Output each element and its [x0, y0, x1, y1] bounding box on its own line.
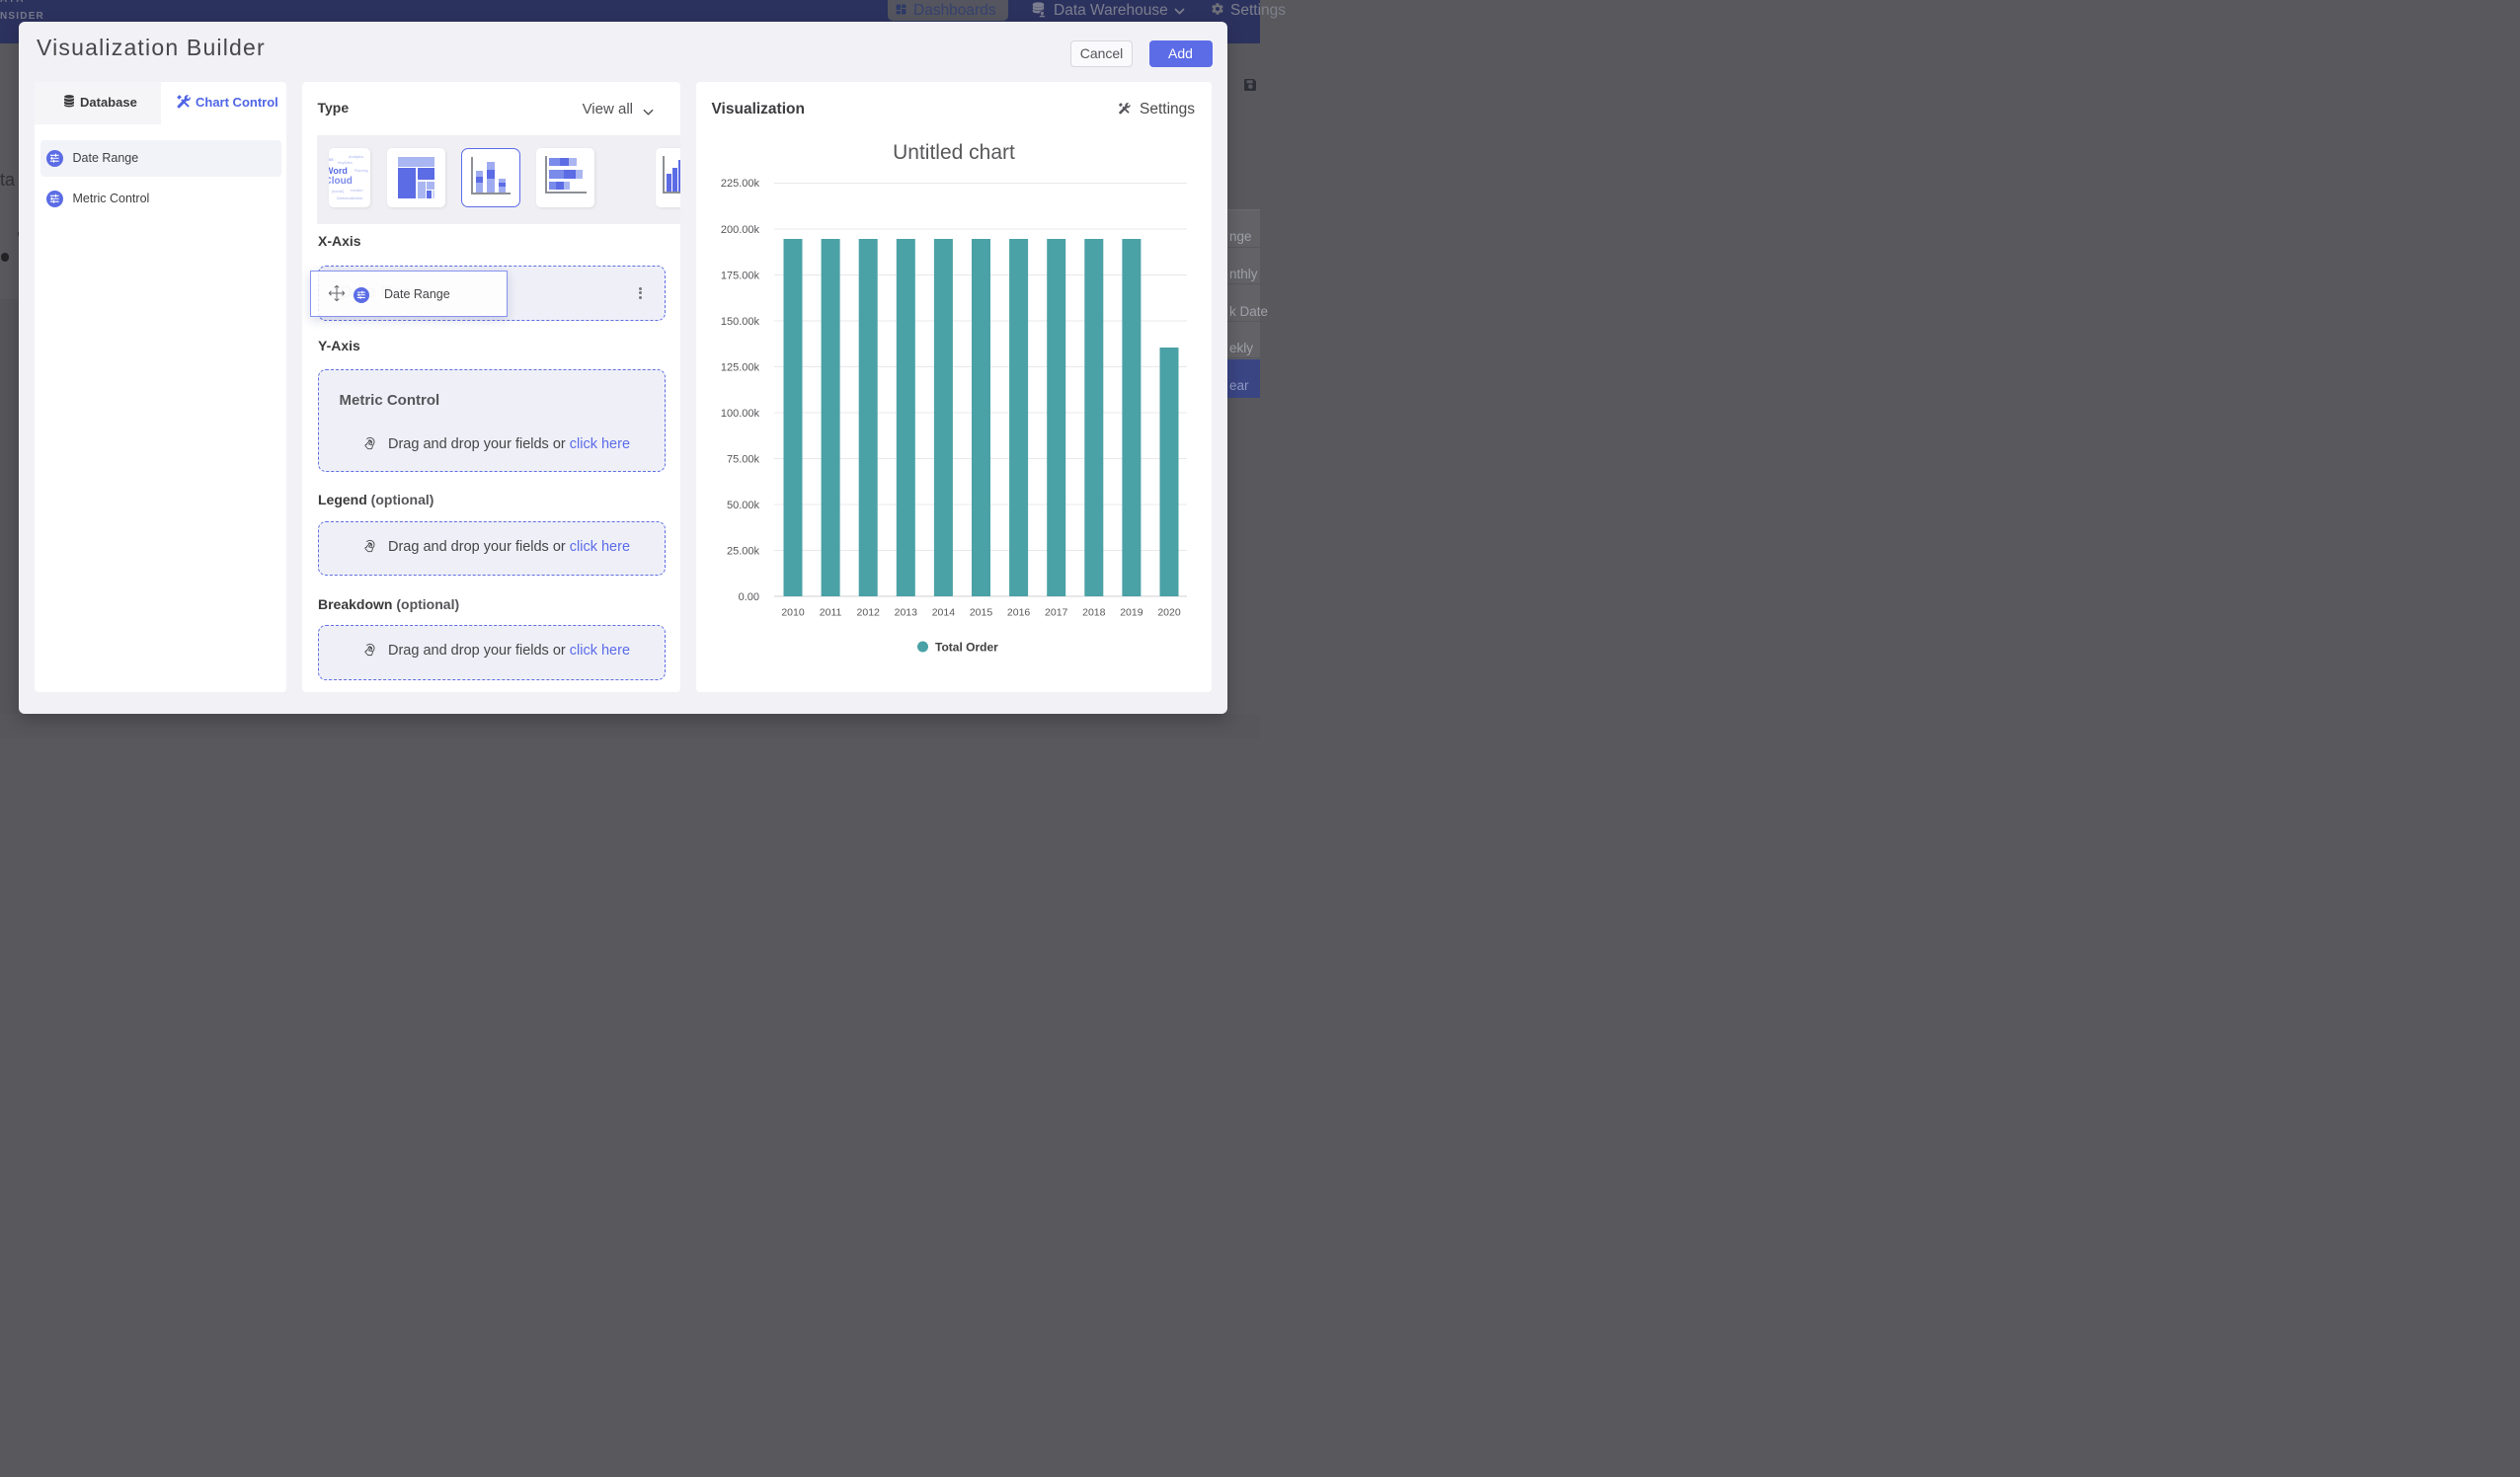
svg-text:2020: 2020 [1157, 607, 1181, 619]
svg-text:2013: 2013 [895, 607, 918, 619]
svg-text:2017: 2017 [1045, 607, 1068, 619]
svg-text:50.00k: 50.00k [727, 500, 760, 511]
svg-text:2011: 2011 [820, 607, 842, 619]
svg-text:75.00k: 75.00k [727, 453, 760, 465]
svg-text:225.00k: 225.00k [721, 178, 760, 190]
svg-text:200.00k: 200.00k [721, 224, 760, 236]
svg-text:125.00k: 125.00k [721, 361, 760, 373]
svg-text:175.00k: 175.00k [721, 270, 760, 281]
svg-text:100.00k: 100.00k [721, 408, 760, 420]
svg-text:2010: 2010 [781, 607, 805, 619]
svg-text:2015: 2015 [970, 607, 993, 619]
svg-text:2019: 2019 [1120, 607, 1143, 619]
svg-text:25.00k: 25.00k [727, 545, 760, 557]
svg-text:2018: 2018 [1082, 607, 1106, 619]
svg-text:0.00: 0.00 [739, 591, 759, 603]
svg-text:2016: 2016 [1007, 607, 1031, 619]
svg-text:2014: 2014 [932, 607, 956, 619]
svg-text:2012: 2012 [857, 607, 881, 619]
svg-text:150.00k: 150.00k [721, 316, 760, 328]
svg-text:Total Order: Total Order [935, 641, 998, 655]
